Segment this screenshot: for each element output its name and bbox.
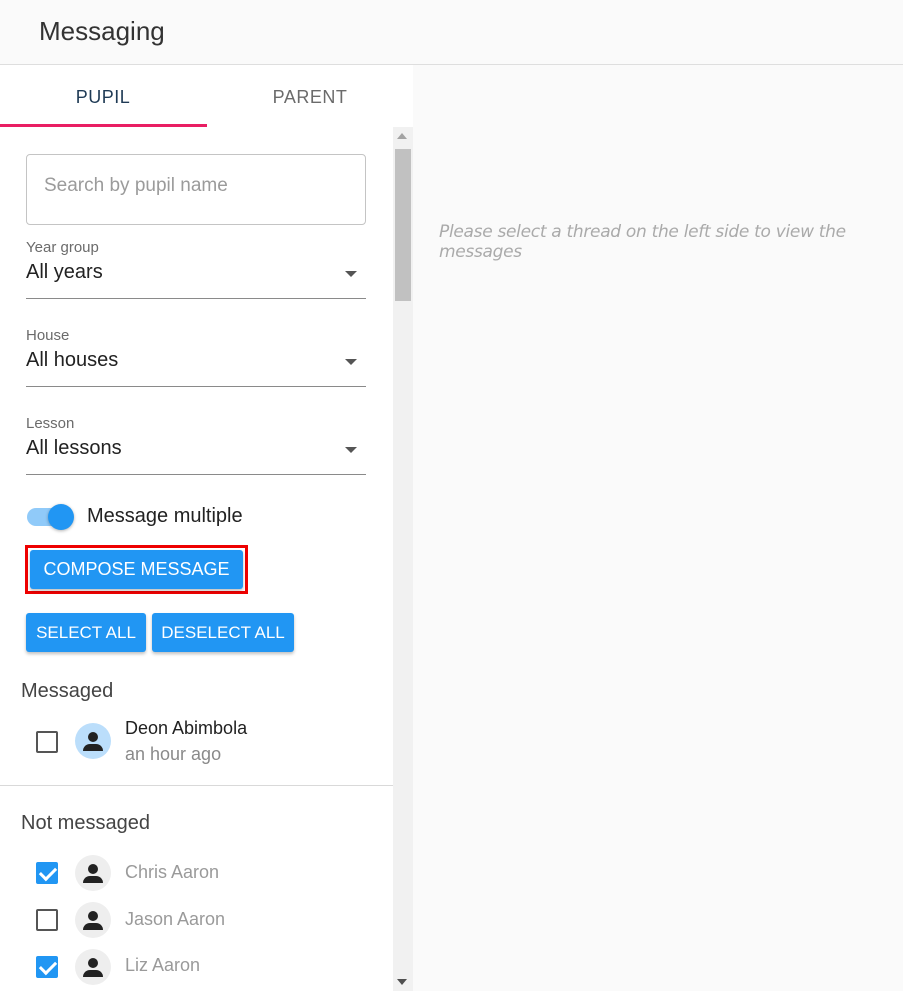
pupil-name: Deon Abimbola [125,718,248,738]
messaged-heading: Messaged [21,680,114,702]
house-value: All houses [26,349,119,371]
year-group-select[interactable]: Year group All years [26,239,366,299]
tab-bar: PUPIL PARENT [0,65,413,127]
select-all-button[interactable]: SELECT ALL [26,613,146,652]
pupil-name: Liz Aaron [125,955,201,975]
pupil-name: Jason Aaron [125,909,226,929]
lesson-label: Lesson [26,415,75,432]
person-icon-body [83,876,103,883]
checkbox[interactable] [36,731,58,753]
toggle-knob [48,504,74,530]
deselect-all-button[interactable]: DESELECT ALL [152,613,294,652]
pupil-name: Chris Aaron [125,862,220,882]
scrollbar-thumb[interactable] [395,149,411,301]
empty-thread-message: Please select a thread on the left side … [439,222,846,262]
person-icon-body [83,744,103,751]
chevron-down-icon [345,447,357,453]
house-select[interactable]: House All houses [26,327,366,387]
app-header: Messaging [0,0,903,65]
divider [0,785,393,786]
year-group-value: All years [26,261,103,283]
person-icon-body [83,970,103,977]
checkbox[interactable] [36,909,58,931]
chevron-down-icon [345,271,357,277]
scrollbar[interactable] [393,127,413,991]
list-item[interactable]: Liz Aaron [0,943,393,989]
not-messaged-heading: Not messaged [21,812,150,834]
person-icon [88,864,98,874]
scroll-down-arrow-icon[interactable] [397,979,407,985]
message-multiple-label: Message multiple [87,505,243,527]
person-icon [88,911,98,921]
avatar [75,723,111,759]
compose-message-button[interactable]: COMPOSE MESSAGE [30,550,243,589]
person-icon [88,732,98,742]
sidebar: PUPIL PARENT Year group All years House … [0,65,413,991]
tab-pupil[interactable]: PUPIL [0,65,206,127]
list-item[interactable]: Deon Abimbola an hour ago [0,715,393,764]
person-icon-body [83,923,103,930]
search-box[interactable] [26,154,366,225]
avatar [75,855,111,891]
avatar [75,949,111,985]
scroll-up-arrow-icon[interactable] [397,133,407,139]
tab-indicator [0,124,207,127]
message-multiple-toggle[interactable] [26,503,76,531]
list-item[interactable]: Chris Aaron [0,850,393,896]
person-icon [88,958,98,968]
house-label: House [26,327,70,344]
checkbox-checked[interactable] [36,862,58,884]
year-group-label: Year group [26,239,99,256]
lesson-value: All lessons [26,437,122,459]
chevron-down-icon [345,359,357,365]
checkbox-checked[interactable] [36,956,58,978]
avatar [75,902,111,938]
list-item[interactable]: Jason Aaron [0,897,393,943]
lesson-select[interactable]: Lesson All lessons [26,415,366,475]
tab-parent[interactable]: PARENT [207,65,413,127]
search-input[interactable] [44,175,344,197]
message-time: an hour ago [125,744,222,764]
page-title: Messaging [39,16,165,46]
compose-highlight: COMPOSE MESSAGE [25,545,248,594]
